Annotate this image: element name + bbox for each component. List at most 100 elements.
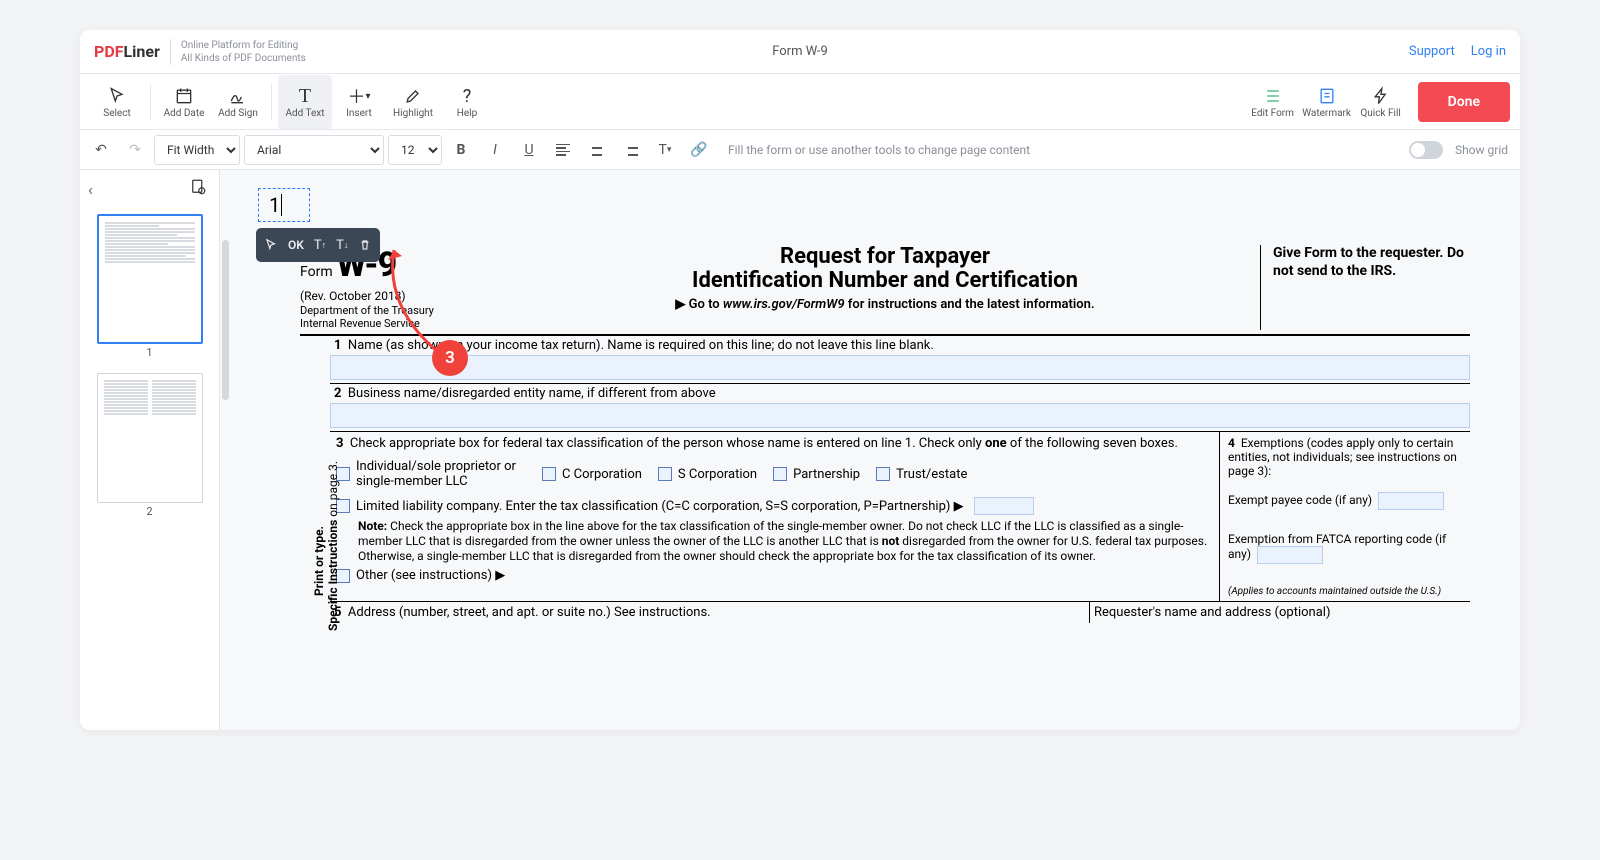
- scrollbar[interactable]: [222, 240, 229, 400]
- check-llc[interactable]: Limited liability company. Enter the tax…: [336, 497, 1213, 515]
- quick-fill-tool[interactable]: Quick Fill: [1354, 75, 1408, 129]
- underline-button[interactable]: U: [514, 135, 544, 165]
- add-sign-tool[interactable]: Add Sign: [211, 75, 265, 129]
- w9-sideways: Print or type. Specific Instructions on …: [300, 336, 330, 623]
- delete-text-button[interactable]: [358, 238, 372, 252]
- text-caret: [281, 194, 282, 216]
- insert-tool[interactable]: ＋▾Insert: [332, 75, 386, 129]
- text-icon: T: [299, 84, 311, 108]
- fatca: Exemption from FATCA reporting code (if …: [1228, 532, 1462, 564]
- align-right-button[interactable]: [616, 135, 646, 165]
- w9-side1: Print or type.: [312, 526, 326, 596]
- help-tool[interactable]: ?Help: [440, 75, 494, 129]
- add-date-tool[interactable]: Add Date: [157, 75, 211, 129]
- tagline-line1: Online Platform for Editing: [181, 39, 306, 52]
- show-grid-toggle[interactable]: [1409, 141, 1443, 159]
- watermark-label: Watermark: [1302, 108, 1351, 119]
- w9-dept1: Department of the Treasury: [300, 304, 510, 317]
- quickfill-label: Quick Fill: [1360, 108, 1400, 119]
- text-color-button[interactable]: T▾: [650, 135, 680, 165]
- insert-label: Insert: [346, 108, 372, 119]
- check-individual[interactable]: Individual/sole proprietor or single-mem…: [336, 459, 526, 489]
- active-textbox[interactable]: 1: [258, 188, 310, 222]
- toolbar: Select Add Date Add Sign TAdd Text ＋▾Ins…: [80, 74, 1520, 130]
- redo-button[interactable]: ↷: [120, 135, 150, 165]
- edit-form-tool[interactable]: Edit Form: [1246, 75, 1300, 129]
- thumbnail-page-2[interactable]: [97, 373, 203, 503]
- support-link[interactable]: Support: [1409, 44, 1455, 59]
- w9-line3-label: 3 Check appropriate box for federal tax …: [336, 436, 1213, 451]
- tagline-line2: All Kinds of PDF Documents: [181, 52, 306, 65]
- undo-button[interactable]: ↶: [86, 135, 116, 165]
- font-select[interactable]: Arial: [244, 135, 384, 165]
- bold-button[interactable]: B: [446, 135, 476, 165]
- divider: [150, 84, 151, 120]
- thumbnail-sidebar: ‹ 1 2: [80, 170, 220, 730]
- textbox-value: 1: [269, 193, 280, 217]
- text-toolbar: OK T↑ T↓: [256, 228, 380, 262]
- exempt-payee-field[interactable]: [1378, 492, 1444, 510]
- editform-label: Edit Form: [1251, 108, 1294, 119]
- document-title: Form W-9: [772, 44, 828, 59]
- help-icon: ?: [463, 84, 472, 108]
- add-text-tool[interactable]: TAdd Text: [278, 75, 332, 129]
- exempt-payee: Exempt payee code (if any): [1228, 492, 1462, 510]
- tagline: Online Platform for Editing All Kinds of…: [170, 39, 306, 65]
- select-tool[interactable]: Select: [90, 75, 144, 129]
- thumb-2-label: 2: [146, 505, 152, 518]
- align-left-button[interactable]: [548, 135, 578, 165]
- check-scorp[interactable]: S Corporation: [658, 459, 757, 489]
- confirm-text-button[interactable]: OK: [288, 238, 304, 252]
- w9-give: Give Form to the requester. Do not send …: [1260, 245, 1470, 330]
- divider: [271, 84, 272, 120]
- calendar-icon: [174, 84, 194, 108]
- check-ccorp[interactable]: C Corporation: [542, 459, 642, 489]
- llc-class-field[interactable]: [974, 497, 1034, 515]
- select-label: Select: [103, 108, 130, 119]
- w9-form: Form W-9 (Rev. October 2018) Department …: [300, 245, 1470, 623]
- toolbar-hint: Fill the form or use another tools to ch…: [728, 143, 1030, 157]
- zoom-select[interactable]: Fit Width: [154, 135, 240, 165]
- logo: PDFLiner Online Platform for Editing All…: [94, 39, 306, 65]
- move-text-button[interactable]: [264, 238, 278, 252]
- canvas[interactable]: 1 OK T↑ T↓ 3 Form W-9 (Rev. October 2018…: [220, 170, 1520, 730]
- highlight-tool[interactable]: Highlight: [386, 75, 440, 129]
- done-button[interactable]: Done: [1418, 82, 1510, 122]
- annotation-badge: 3: [432, 340, 468, 376]
- decrease-text-button[interactable]: T↓: [336, 238, 348, 253]
- topbar: PDFLiner Online Platform for Editing All…: [80, 30, 1520, 74]
- show-grid-label: Show grid: [1455, 143, 1508, 157]
- w9-dept2: Internal Revenue Service: [300, 317, 510, 330]
- w9-line2-field[interactable]: [330, 403, 1470, 428]
- link-button[interactable]: 🔗: [684, 135, 714, 165]
- thumb-1-label: 1: [146, 346, 152, 359]
- body: ‹ 1 2 1 OK T↑ T↓ 3: [80, 170, 1520, 730]
- text-label: Add Text: [285, 108, 324, 119]
- italic-button[interactable]: I: [480, 135, 510, 165]
- w9-line1-field[interactable]: [330, 355, 1470, 380]
- page-settings-icon[interactable]: [189, 178, 207, 200]
- check-other[interactable]: Other (see instructions) ▶: [336, 568, 1213, 583]
- login-link[interactable]: Log in: [1471, 44, 1506, 59]
- sidebar-nav: ‹: [80, 178, 219, 208]
- highlight-icon: [403, 84, 423, 108]
- w9-line5-label: 5 Address (number, street, and apt. or s…: [330, 602, 1090, 623]
- check-trust[interactable]: Trust/estate: [876, 459, 967, 489]
- watermark-tool[interactable]: Watermark: [1300, 75, 1354, 129]
- collapse-sidebar-button[interactable]: ‹: [88, 180, 93, 199]
- fatca-field[interactable]: [1257, 546, 1323, 564]
- w9-requester-label: Requester's name and address (optional): [1090, 602, 1470, 623]
- logo-dark: Liner: [124, 42, 160, 61]
- date-label: Add Date: [164, 108, 205, 119]
- logo-red: PDF: [94, 42, 124, 61]
- w9-line2-label: 2 Business name/disregarded entity name,…: [330, 384, 1470, 403]
- increase-text-button[interactable]: T↑: [314, 238, 326, 253]
- size-select[interactable]: 12: [388, 135, 442, 165]
- check-partnership[interactable]: Partnership: [773, 459, 860, 489]
- top-right-links: Support Log in: [1409, 44, 1506, 59]
- help-label: Help: [457, 108, 477, 119]
- cursor-icon: [107, 84, 127, 108]
- w9-header: Form W-9 (Rev. October 2018) Department …: [300, 245, 1470, 336]
- thumbnail-page-1[interactable]: [97, 214, 203, 344]
- align-center-button[interactable]: [582, 135, 612, 165]
